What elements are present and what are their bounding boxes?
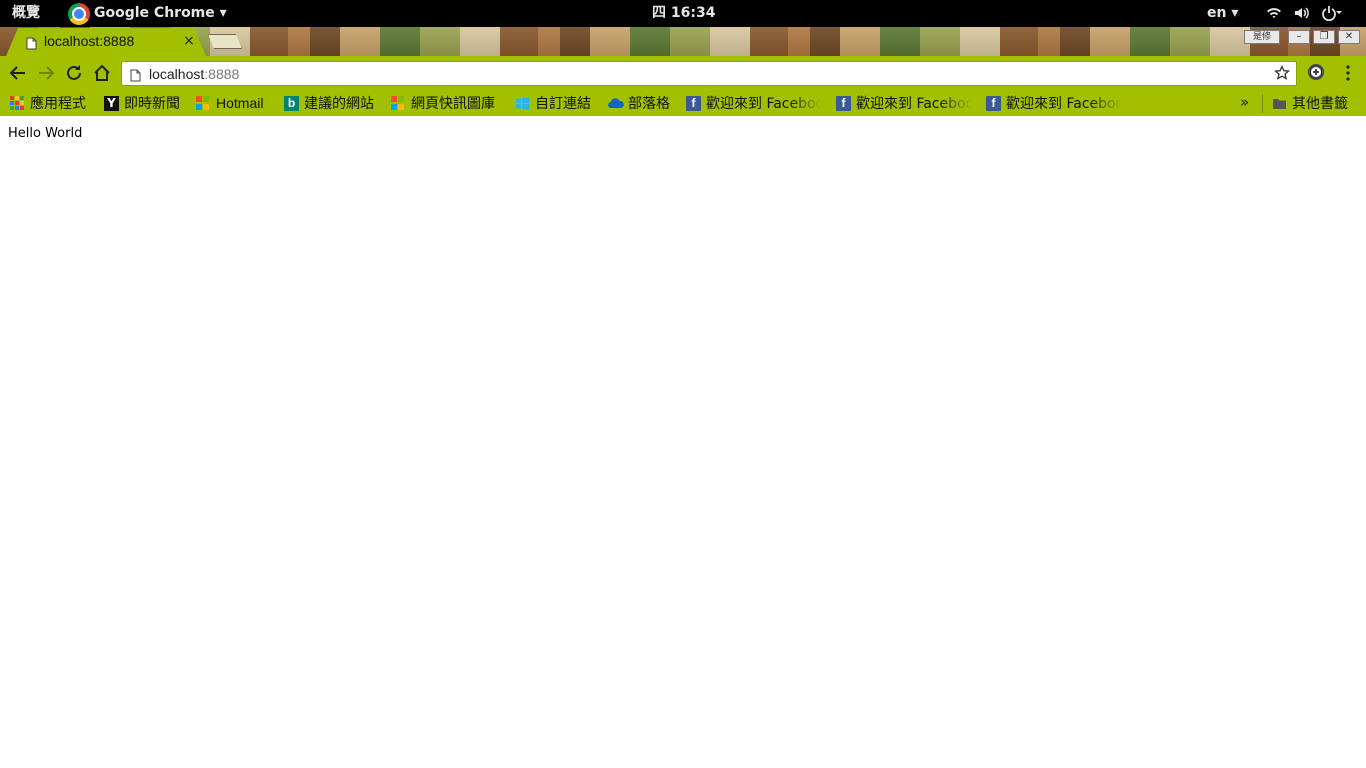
home-icon (94, 64, 110, 81)
bookmark-label: 網頁快訊圖庫 (411, 96, 495, 112)
minimize-button[interactable]: – (1288, 30, 1310, 44)
bookmark-other-bookmarks[interactable]: 其他書籤 (1272, 93, 1348, 113)
tab-title: localhost:8888 (44, 33, 135, 49)
facebook-icon: f (836, 95, 851, 111)
chrome-menu-icon[interactable] (1340, 63, 1356, 87)
app-menu-label: Google Chrome ▾ (94, 5, 227, 21)
yahoo-news-icon: Y (104, 95, 119, 111)
bookmark-suggested-sites[interactable]: b 建議的網站 (284, 93, 374, 113)
bookmark-label: 其他書籤 (1292, 96, 1348, 112)
bookmark-label: Hotmail (216, 95, 264, 111)
toolbar: localhost:8888 (0, 56, 1366, 91)
bookmark-label: 歡迎來到 Facebook (1006, 96, 1122, 112)
bookmark-hotmail[interactable]: Hotmail (196, 93, 263, 113)
volume-icon[interactable] (1293, 0, 1309, 27)
bookmark-label: 建議的網站 (304, 96, 374, 112)
extension-icon[interactable] (1307, 63, 1325, 85)
bookmark-blog[interactable]: 部落格 (608, 93, 670, 113)
bookmark-label: 自訂連結 (535, 96, 591, 112)
address-bar[interactable]: localhost:8888 (121, 61, 1297, 86)
url-port: :8888 (204, 66, 240, 82)
arrow-left-icon (9, 66, 25, 80)
profile-button[interactable]: 是修 (1244, 30, 1280, 44)
bookmark-label: 應用程式 (30, 96, 86, 112)
bookmarks-overflow-button[interactable]: » (1240, 93, 1249, 111)
bookmark-star-icon[interactable] (1273, 64, 1291, 85)
bing-icon: b (284, 95, 299, 111)
bookmark-label: 部落格 (628, 96, 670, 112)
url-host: localhost (149, 66, 205, 82)
bookmark-facebook-2[interactable]: f 歡迎來到 Facebook (836, 93, 972, 113)
reload-button[interactable] (64, 63, 84, 83)
apps-grid-icon (10, 95, 25, 111)
windows-icon (515, 96, 530, 111)
wifi-icon[interactable] (1266, 0, 1282, 27)
arrow-right-icon (39, 66, 55, 80)
language-indicator[interactable]: en ▾ (1207, 0, 1238, 27)
tab-close-icon[interactable]: × (182, 33, 196, 49)
bookmark-news[interactable]: Y 即時新聞 (104, 93, 180, 113)
power-icon[interactable] (1321, 0, 1343, 27)
page-info-icon[interactable] (130, 67, 141, 86)
facebook-icon: f (686, 95, 701, 111)
microsoft-icon (391, 95, 406, 111)
bookmark-apps[interactable]: 應用程式 (10, 93, 86, 113)
url-text[interactable]: localhost:8888 (149, 66, 239, 82)
forward-button[interactable] (36, 63, 56, 83)
tab-strip: localhost:8888 × 是修 – ❐ ✕ (0, 27, 1366, 56)
bookmark-web-slice-gallery[interactable]: 網頁快訊圖庫 (391, 93, 495, 113)
system-top-bar: 概覽 Google Chrome ▾ 四 16:34 en ▾ (0, 0, 1366, 27)
bookmark-label: 即時新聞 (124, 96, 180, 112)
bookmark-label: 歡迎來到 Facebook (856, 96, 972, 112)
back-button[interactable] (8, 63, 28, 83)
chrome-logo-icon (68, 2, 90, 25)
bookmark-label: 歡迎來到 Facebook (706, 96, 822, 112)
page-text: Hello World (8, 126, 83, 141)
clock[interactable]: 四 16:34 (652, 0, 715, 27)
bookmarks-divider (1262, 94, 1263, 113)
browser-frame: localhost:8888 × 是修 – ❐ ✕ localhost:8888 (0, 27, 1366, 116)
bookmark-facebook-1[interactable]: f 歡迎來到 Facebook (686, 93, 822, 113)
home-button[interactable] (92, 63, 112, 83)
folder-icon (1272, 96, 1287, 111)
maximize-button[interactable]: ❐ (1313, 30, 1335, 44)
reload-icon (67, 65, 81, 80)
bookmarks-bar: 應用程式 Y 即時新聞 Hotmail b 建議的網站 網頁快訊圖庫 自訂連結 (0, 91, 1366, 116)
onedrive-cloud-icon (608, 96, 624, 111)
page-content: Hello World (0, 116, 1366, 768)
facebook-icon: f (986, 95, 1001, 111)
close-window-button[interactable]: ✕ (1338, 30, 1360, 44)
bookmark-custom-links[interactable]: 自訂連結 (515, 93, 591, 113)
page-icon (26, 35, 37, 54)
app-menu-button[interactable]: Google Chrome ▾ (68, 0, 227, 27)
theme-background (0, 27, 1366, 56)
bookmark-facebook-3[interactable]: f 歡迎來到 Facebook (986, 93, 1122, 113)
activities-button[interactable]: 概覽 (12, 0, 40, 27)
microsoft-icon (196, 95, 211, 111)
